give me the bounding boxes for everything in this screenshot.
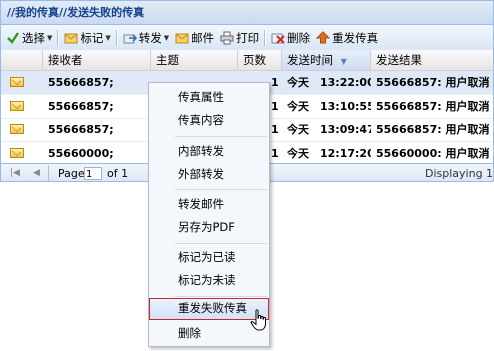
menu-item-fax-properties[interactable]: 传真属性 bbox=[149, 87, 269, 107]
mail-button[interactable]: 邮件 bbox=[172, 27, 217, 48]
header-subject[interactable]: 主题 bbox=[151, 50, 238, 70]
printer-icon bbox=[220, 31, 234, 45]
cell-pages: 1 bbox=[271, 147, 279, 160]
prev-page-icon[interactable]: ◀ bbox=[33, 168, 40, 178]
chevron-down-icon: ▼ bbox=[105, 33, 111, 42]
panel-title: //我的传真//发送失败的传真 bbox=[1, 1, 493, 25]
page-number-input[interactable]: 1 bbox=[84, 167, 102, 180]
cell-time: 12:17:20 bbox=[320, 147, 371, 160]
menu-item-mark-read[interactable]: 标记为已读 bbox=[149, 247, 269, 267]
toolbar-divider bbox=[115, 29, 118, 46]
forward-icon bbox=[123, 31, 137, 45]
resend-label: 重发传真 bbox=[332, 30, 379, 45]
menu-item-internal-forward[interactable]: 内部转发 bbox=[149, 141, 269, 161]
cell-time: 13:22:00 bbox=[320, 76, 371, 89]
menu-item-external-forward[interactable]: 外部转发 bbox=[149, 164, 269, 184]
cell-result: 55666857: 用户取消 bbox=[376, 76, 490, 89]
print-label: 打印 bbox=[236, 30, 260, 45]
cell-pages: 1 bbox=[271, 76, 279, 89]
header-send-time-label: 发送时间 bbox=[287, 53, 333, 67]
page-count-label: of 1 bbox=[107, 167, 129, 180]
envelope-icon bbox=[64, 31, 78, 45]
menu-divider bbox=[175, 189, 267, 190]
cell-receiver: 55666857; bbox=[48, 123, 114, 136]
checkmark-icon bbox=[6, 31, 20, 45]
cell-receiver: 55660000; bbox=[48, 147, 114, 160]
cell-time: 13:09:47 bbox=[320, 123, 371, 136]
select-button[interactable]: 选择 ▼ bbox=[3, 27, 55, 48]
cell-day: 今天 bbox=[287, 76, 309, 89]
delete-button[interactable]: 删除 bbox=[268, 27, 313, 48]
envelope-icon bbox=[10, 124, 24, 134]
cell-pages: 1 bbox=[271, 123, 279, 136]
menu-divider bbox=[175, 296, 267, 297]
cell-day: 今天 bbox=[287, 100, 309, 113]
cell-result: 55666857: 用户取消 bbox=[376, 100, 490, 113]
cell-result: 55666857: 用户取消 bbox=[376, 123, 490, 136]
forward-button[interactable]: 转发 ▼ bbox=[120, 27, 172, 48]
pager-divider bbox=[48, 165, 49, 181]
mark-label: 标记 bbox=[80, 30, 104, 45]
cell-pages: 1 bbox=[271, 100, 279, 113]
cell-day: 今天 bbox=[287, 147, 309, 160]
resend-icon bbox=[315, 30, 331, 45]
page-label: Page bbox=[58, 167, 85, 180]
hand-cursor-icon bbox=[250, 309, 266, 331]
cell-day: 今天 bbox=[287, 123, 309, 136]
menu-item-forward-mail[interactable]: 转发邮件 bbox=[149, 194, 269, 214]
header-icon-column[interactable] bbox=[1, 50, 43, 70]
cell-receiver: 55666857; bbox=[48, 100, 114, 113]
cell-time: 13:10:55 bbox=[320, 100, 371, 113]
cell-result: 55660000: 用户取消 bbox=[376, 147, 490, 160]
mail-icon bbox=[175, 31, 189, 45]
menu-item-fax-content[interactable]: 传真内容 bbox=[149, 110, 269, 130]
displaying-text: Displaying 1 - 5 bbox=[425, 167, 494, 180]
menu-item-save-pdf[interactable]: 另存为PDF bbox=[149, 217, 269, 237]
delete-label: 删除 bbox=[287, 30, 311, 45]
resend-button[interactable]: 重发传真 bbox=[313, 27, 381, 48]
header-send-time[interactable]: 发送时间 ▼ bbox=[282, 50, 371, 70]
toolbar: 选择 ▼ 标记 ▼ 转发 ▼ 邮件 打印 删除 重发传真 bbox=[1, 25, 493, 51]
sort-desc-icon: ▼ bbox=[340, 57, 347, 66]
menu-divider bbox=[175, 136, 267, 137]
envelope-icon bbox=[10, 77, 24, 87]
select-label: 选择 bbox=[22, 30, 45, 45]
envelope-icon bbox=[10, 148, 24, 158]
print-button[interactable]: 打印 bbox=[217, 27, 262, 48]
delete-icon bbox=[271, 31, 285, 45]
toolbar-divider bbox=[57, 29, 60, 46]
menu-divider bbox=[175, 243, 267, 244]
context-menu: 传真属性 传真内容 内部转发 外部转发 转发邮件 另存为PDF 标记为已读 标记… bbox=[148, 82, 270, 347]
header-result[interactable]: 发送结果 bbox=[371, 50, 493, 70]
forward-label: 转发 bbox=[138, 30, 162, 45]
header-pages[interactable]: 页数 bbox=[238, 50, 282, 70]
chevron-down-icon: ▼ bbox=[47, 33, 53, 42]
header-receiver[interactable]: 接收者 bbox=[43, 50, 151, 70]
mark-button[interactable]: 标记 ▼ bbox=[61, 27, 113, 48]
first-page-icon[interactable]: |◀ bbox=[10, 168, 20, 178]
menu-item-mark-unread[interactable]: 标记为未读 bbox=[149, 270, 269, 290]
envelope-icon bbox=[10, 101, 24, 111]
chevron-down-icon: ▼ bbox=[163, 33, 170, 42]
cell-receiver: 55666857; bbox=[48, 76, 114, 89]
toolbar-divider bbox=[264, 29, 267, 46]
grid-header: 接收者 主题 页数 发送时间 ▼ 发送结果 bbox=[1, 50, 493, 71]
mail-label: 邮件 bbox=[191, 30, 215, 45]
